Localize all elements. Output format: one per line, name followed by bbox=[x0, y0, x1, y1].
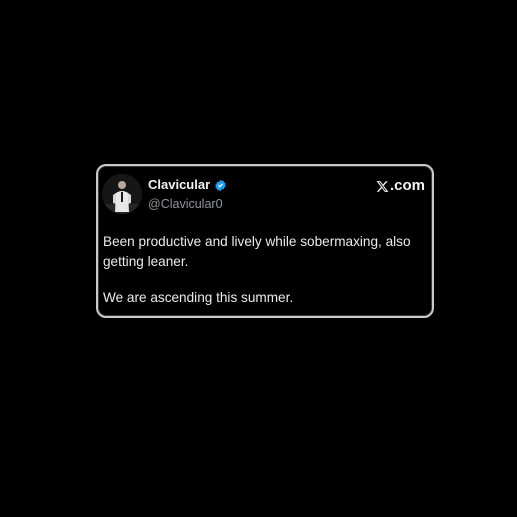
name-row: Clavicular bbox=[148, 177, 227, 193]
tweet-paragraph-2: We are ascending this summer. bbox=[103, 290, 294, 305]
brand-link[interactable]: .com bbox=[376, 177, 425, 195]
brand-label: .com bbox=[389, 177, 425, 194]
verified-badge-icon bbox=[215, 179, 226, 191]
author-block: Clavicular @Clavicular0 bbox=[148, 177, 227, 212]
handle[interactable]: @Clavicular0 bbox=[148, 196, 227, 212]
tweet-text: Been productive and lively while soberma… bbox=[103, 232, 433, 308]
x-logo-icon bbox=[376, 180, 389, 192]
tweet-card[interactable]: Clavicular @Clavicular0 .com Been produc… bbox=[96, 164, 434, 318]
tweet-paragraph-1: Been productive and lively while soberma… bbox=[103, 234, 411, 269]
avatar[interactable] bbox=[102, 174, 142, 214]
display-name[interactable]: Clavicular bbox=[148, 177, 210, 193]
avatar-image bbox=[102, 174, 142, 214]
